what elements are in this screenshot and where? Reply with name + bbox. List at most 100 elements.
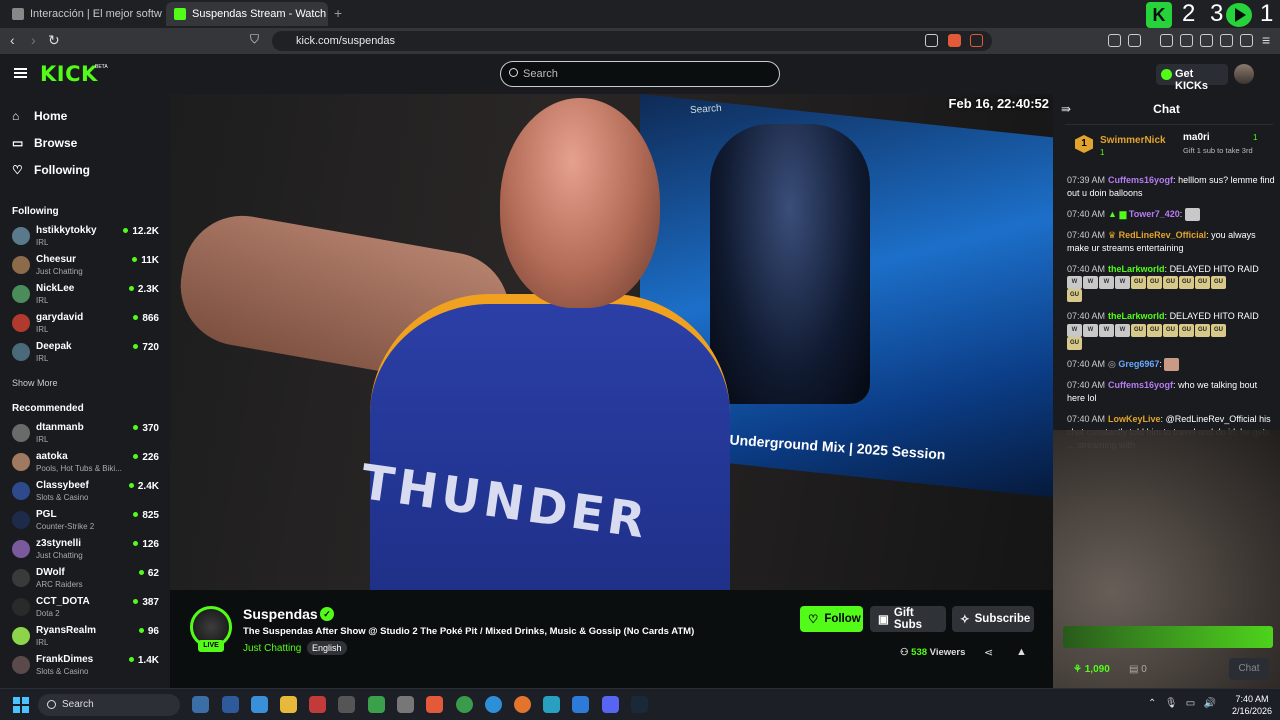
windows-start-icon[interactable]	[13, 697, 29, 713]
vscode-icon[interactable]	[572, 696, 589, 713]
collapse-chat-icon[interactable]: ⇛	[1061, 102, 1071, 116]
report-icon[interactable]: ▲	[1016, 646, 1027, 658]
widgets-icon[interactable]	[192, 696, 209, 713]
streamer-jersey	[370, 294, 730, 590]
extensions-icon[interactable]	[1108, 34, 1121, 47]
channel-item[interactable]: Deepak IRL 720	[12, 340, 162, 368]
badge-icon: ◎	[1108, 358, 1119, 369]
arduino-icon[interactable]	[543, 696, 560, 713]
new-tab-icon[interactable]: +	[334, 5, 342, 21]
taskbar-search[interactable]: Search	[38, 694, 180, 716]
forward-icon[interactable]: ›	[31, 32, 36, 48]
points-value: 0	[1141, 664, 1147, 675]
sidebar-item-browse[interactable]: ▭ Browse	[12, 136, 77, 150]
video-player[interactable]: Search tic Underground Mix | 2025 Sessio…	[170, 94, 1053, 590]
subscribe-button[interactable]: ✧ Subscribe	[952, 606, 1034, 632]
message-user[interactable]: Tower7_420	[1129, 209, 1180, 219]
get-kicks-button[interactable]: Get KICKs	[1156, 64, 1228, 92]
taskbar-search-label: Search	[62, 699, 94, 710]
leo-icon[interactable]	[1220, 34, 1233, 47]
language-tag[interactable]: English	[307, 641, 347, 655]
viewers-label: Viewers	[929, 647, 966, 658]
message-user[interactable]: LowKeyLive	[1108, 414, 1161, 424]
share-icon[interactable]: ⋖	[984, 646, 993, 659]
user-avatar[interactable]	[1234, 64, 1254, 84]
show-more-link[interactable]: Show More	[12, 378, 58, 388]
hamburger-menu-icon[interactable]	[14, 68, 27, 78]
channel-item[interactable]: garydavid IRL 866	[12, 311, 162, 339]
remote-icon[interactable]	[251, 696, 268, 713]
sidebar-icon[interactable]	[1180, 34, 1193, 47]
search-input[interactable]: Search	[500, 61, 780, 87]
message-user[interactable]: theLarkworld	[1108, 311, 1165, 321]
vpn-app-icon[interactable]	[368, 696, 385, 713]
firefox-icon[interactable]	[514, 696, 531, 713]
sidebar-item-home[interactable]: ⌂ Home	[12, 109, 67, 123]
edge-icon[interactable]	[485, 696, 502, 713]
message-user[interactable]: Cuffems16yogf	[1108, 380, 1173, 390]
channel-item[interactable]: PGL Counter-Strike 2 825	[12, 508, 162, 536]
emote-icon: GU	[1163, 276, 1178, 290]
file-explorer-icon[interactable]	[280, 696, 297, 713]
channel-name: aatoka	[36, 451, 68, 462]
discord-icon[interactable]	[602, 696, 619, 713]
chat-send-button[interactable]: Chat	[1229, 658, 1269, 680]
points-balance[interactable]: ▤ 0	[1129, 664, 1147, 675]
message-user[interactable]: Greg6967	[1118, 359, 1159, 369]
chrome-icon[interactable]	[456, 696, 473, 713]
emote-icon: W	[1115, 276, 1130, 290]
leaderboard-user-2[interactable]: ma0ri	[1183, 132, 1210, 143]
channel-item[interactable]: hstikkytokky IRL 12.2K	[12, 224, 162, 252]
gift-subs-button[interactable]: ▣ Gift Subs	[870, 606, 946, 632]
channel-viewers: 62	[138, 568, 159, 579]
leaderboard-count-2: 1	[1253, 133, 1258, 142]
brave-icon[interactable]	[426, 696, 443, 713]
streamer-name[interactable]: Suspendas	[243, 606, 318, 622]
kick-logo[interactable]: KICK	[40, 62, 98, 86]
steam-icon[interactable]	[631, 696, 648, 713]
gift-prompt[interactable]: Gift 1 sub to take 3rd	[1183, 146, 1268, 155]
message-user[interactable]: Cuffems16yogf	[1108, 175, 1173, 185]
back-icon[interactable]: ‹	[10, 32, 15, 48]
extension-icon[interactable]	[1128, 34, 1141, 47]
channel-item[interactable]: DWolf ARC Raiders 62	[12, 566, 162, 594]
channel-name: z3stynelli	[36, 538, 82, 549]
vpn-icon[interactable]	[1240, 34, 1253, 47]
channel-item[interactable]: dtanmanb IRL 370	[12, 421, 162, 449]
speed-icon[interactable]	[338, 696, 355, 713]
message-user[interactable]: theLarkworld	[1108, 264, 1165, 274]
brave-rewards-icon[interactable]	[970, 34, 983, 47]
channel-item[interactable]: Cheesur Just Chatting 11K	[12, 253, 162, 281]
kicks-balance[interactable]: ⚘ 1,090	[1073, 664, 1110, 675]
channel-item[interactable]: Classybeef Slots & Casino 2.4K	[12, 479, 162, 507]
category-link[interactable]: Just Chatting	[243, 643, 301, 654]
sidebar-item-following[interactable]: ♡ Following	[12, 163, 90, 177]
url-field[interactable]: kick.com/suspendas	[272, 31, 992, 51]
message-user[interactable]: RedLineRev_Official	[1119, 230, 1207, 240]
share-icon[interactable]	[925, 34, 938, 47]
teams-icon[interactable]	[222, 696, 239, 713]
bookmark-icon[interactable]: ⛉	[250, 32, 259, 47]
clock[interactable]: 7:40 AM 2/16/2026	[1226, 693, 1278, 717]
channel-item[interactable]: FrankDimes Slots & Casino 1.4K	[12, 653, 162, 681]
system-tray[interactable]: ⌃ 🎙 ▭ 🔊	[1148, 698, 1216, 709]
channel-item[interactable]: aatoka Pools, Hot Tubs & Biki... 226	[12, 450, 162, 478]
channel-item[interactable]: NickLee IRL 2.3K	[12, 282, 162, 310]
channel-item[interactable]: z3stynelli Just Chatting 126	[12, 537, 162, 565]
follow-button[interactable]: ♡ Follow	[800, 606, 863, 632]
reload-icon[interactable]: ↻	[48, 32, 60, 49]
news-icon[interactable]	[309, 696, 326, 713]
home-icon: ⌂	[12, 109, 20, 123]
menu-icon[interactable]: ≡	[1262, 32, 1270, 48]
browser-tab-suspendas[interactable]: Suspendas Stream - Watch Li... ✕	[166, 2, 328, 26]
media-icon[interactable]	[1160, 34, 1173, 47]
app-icon[interactable]	[397, 696, 414, 713]
wallet-icon[interactable]	[1200, 34, 1213, 47]
channel-item[interactable]: CCT_DOTA Dota 2 387	[12, 595, 162, 623]
channel-avatar	[12, 540, 30, 558]
viewer-count: 538	[911, 647, 928, 658]
leaderboard-user-1[interactable]: SwimmerNick	[1100, 135, 1166, 146]
brave-shield-icon[interactable]	[948, 34, 961, 47]
browser-tab-interaccion[interactable]: Interacción | El mejor software para ...	[4, 2, 162, 26]
channel-item[interactable]: RyansRealm IRL 96	[12, 624, 162, 652]
